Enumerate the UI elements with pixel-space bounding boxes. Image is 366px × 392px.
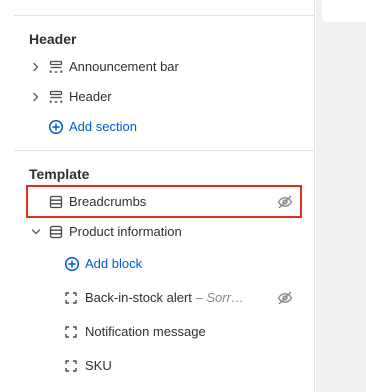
preview-area xyxy=(316,0,366,392)
plus-circle-icon xyxy=(64,256,80,272)
section-item-label: Product information xyxy=(69,224,182,239)
plus-circle-icon xyxy=(48,119,64,135)
chevron-down-icon[interactable] xyxy=(30,226,42,238)
section-item-label: Announcement bar xyxy=(69,59,179,74)
block-item-label: Notification message xyxy=(85,324,206,339)
block-item-label: Back-in-stock alert – Sorr… xyxy=(85,290,244,306)
add-block-button[interactable]: Add block xyxy=(14,249,304,279)
block-icon xyxy=(63,290,79,306)
section-icon xyxy=(48,59,64,75)
section-item-label: Header xyxy=(69,89,112,104)
section-item-header[interactable]: Header xyxy=(14,82,304,112)
highlight-box xyxy=(26,185,302,218)
section-icon xyxy=(48,224,64,240)
add-section-label: Add section xyxy=(69,119,137,134)
chevron-right-icon[interactable] xyxy=(30,61,42,73)
divider xyxy=(14,15,315,16)
section-item-product-information[interactable]: Product information xyxy=(14,217,304,247)
eye-hidden-icon[interactable] xyxy=(277,290,293,306)
chevron-right-icon[interactable] xyxy=(30,91,42,103)
preview-card xyxy=(322,0,366,22)
section-icon xyxy=(48,89,64,105)
block-item-back-in-stock-alert[interactable]: Back-in-stock alert – Sorr… xyxy=(14,283,304,313)
block-icon xyxy=(63,324,79,340)
block-item-notification-message[interactable]: Notification message xyxy=(14,317,304,347)
add-block-label: Add block xyxy=(85,256,143,271)
add-section-button[interactable]: Add section xyxy=(14,112,304,142)
block-label-text: Back-in-stock alert xyxy=(85,290,192,305)
block-item-label: SKU xyxy=(85,358,112,373)
theme-editor-sidebar: Header Announcement bar Header Add secti… xyxy=(0,0,315,392)
block-item-sku[interactable]: SKU xyxy=(14,351,304,381)
divider xyxy=(14,150,315,151)
section-group-title-header: Header xyxy=(29,31,77,47)
section-group-title-template: Template xyxy=(29,166,90,182)
section-item-announcement-bar[interactable]: Announcement bar xyxy=(14,52,304,82)
block-label-subtext: – Sorr… xyxy=(191,290,244,305)
block-icon xyxy=(63,358,79,374)
